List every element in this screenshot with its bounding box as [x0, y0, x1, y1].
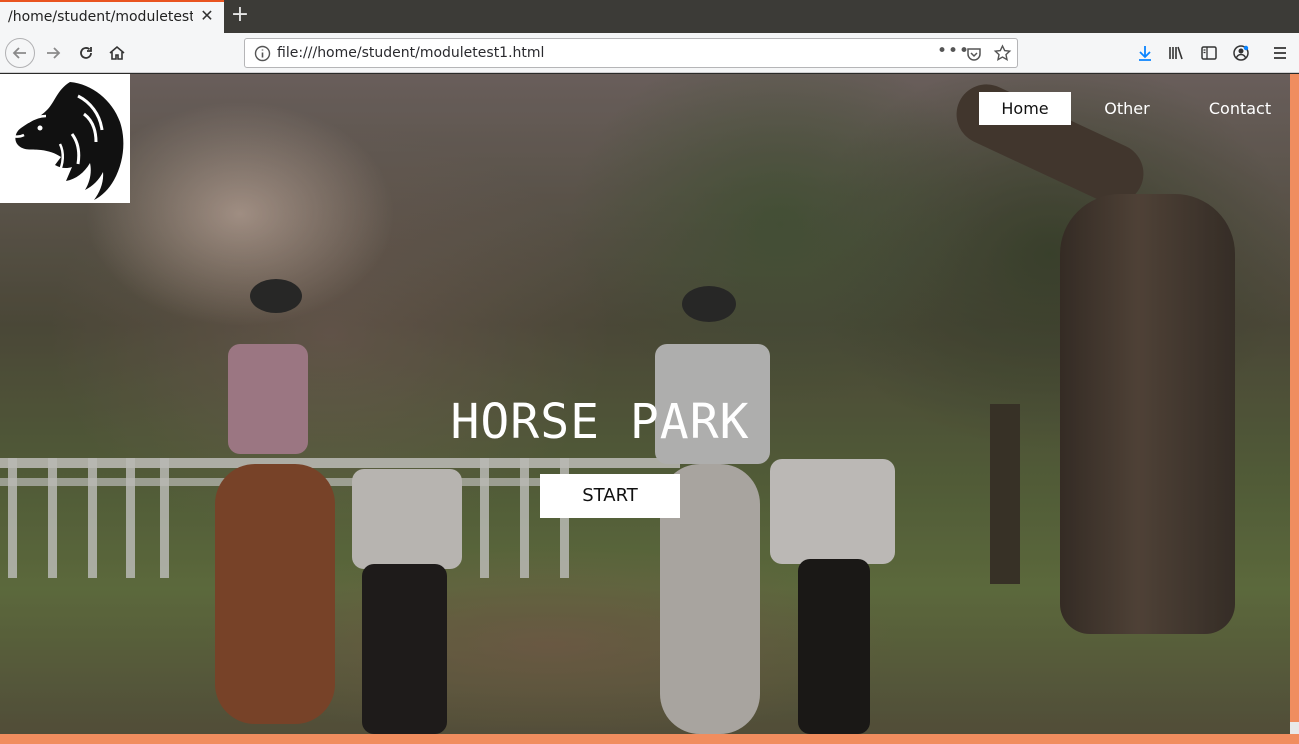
browser-tab[interactable]: /home/student/moduletest1.html ✕ — [0, 0, 224, 33]
nav-other-link[interactable]: Other — [1090, 92, 1164, 125]
page-right-border — [1290, 74, 1299, 724]
home-button[interactable] — [103, 39, 131, 67]
home-icon — [109, 45, 125, 60]
tab-bar: /home/student/moduletest1.html ✕ + — [0, 0, 1299, 33]
reload-button[interactable] — [72, 39, 100, 67]
url-text[interactable]: file:///home/student/moduletest1.html — [277, 45, 544, 61]
scrollbar-corner[interactable] — [1290, 722, 1299, 734]
forward-button[interactable] — [39, 39, 67, 67]
reload-icon — [80, 47, 92, 59]
page-bottom-border — [0, 734, 1299, 744]
nav-contact-link[interactable]: Contact — [1196, 92, 1284, 125]
downloads-button[interactable] — [1131, 39, 1159, 67]
horse-logo[interactable] — [0, 74, 130, 203]
nav-home-link[interactable]: Home — [979, 92, 1071, 125]
tab-title: /home/student/moduletest1.html — [8, 9, 193, 25]
back-arrow-icon — [12, 47, 26, 59]
web-page: Home Other Contact HORSE PARK START — [0, 74, 1290, 734]
close-tab-icon[interactable]: ✕ — [199, 7, 215, 25]
library-icon — [1169, 46, 1183, 60]
forward-arrow-icon — [47, 47, 61, 59]
new-tab-button[interactable]: + — [230, 4, 250, 28]
back-button[interactable] — [5, 38, 35, 68]
download-icon — [1139, 46, 1151, 61]
account-button[interactable] — [1227, 39, 1255, 67]
address-bar[interactable]: file:///home/student/moduletest1.html ••… — [244, 38, 1018, 68]
info-icon[interactable] — [254, 45, 271, 62]
library-button[interactable] — [1162, 39, 1190, 67]
sidebar-icon — [1201, 46, 1217, 60]
pocket-icon[interactable] — [965, 45, 983, 63]
hero-title: HORSE PARK — [450, 394, 750, 450]
start-button[interactable]: START — [540, 474, 680, 518]
navigation-toolbar: file:///home/student/moduletest1.html ••… — [0, 33, 1299, 73]
bookmark-star-icon[interactable] — [993, 44, 1012, 63]
menu-button[interactable] — [1266, 39, 1294, 67]
horse-head-logo-icon — [11, 82, 124, 200]
sidebar-button[interactable] — [1195, 39, 1223, 67]
hamburger-menu-icon — [1274, 47, 1286, 59]
account-icon — [1233, 45, 1249, 61]
